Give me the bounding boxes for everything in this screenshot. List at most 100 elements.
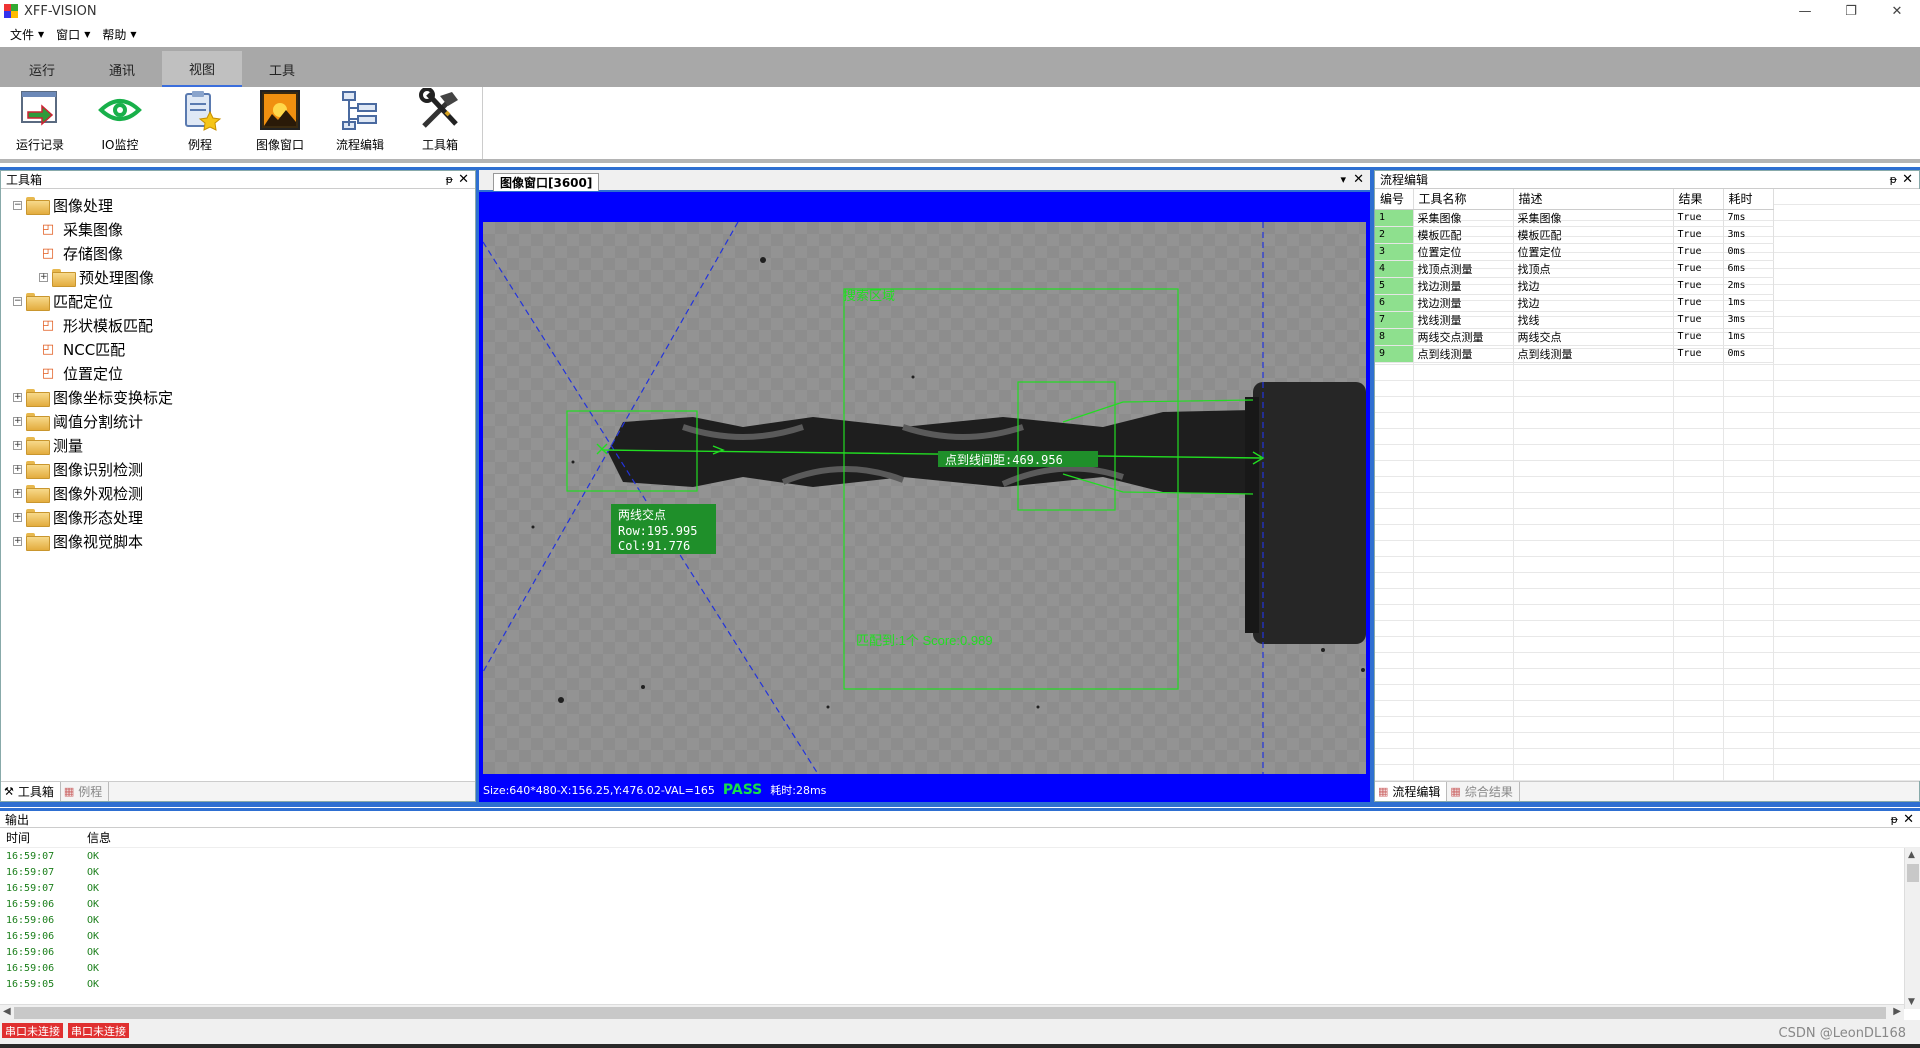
expand-icon[interactable]: + [13,392,22,402]
flow-row[interactable]: 7 找线测量 找线 True 3ms [1375,311,1774,329]
scroll-up-icon[interactable]: ▲ [1908,850,1915,860]
tab-routine[interactable]: ▦ 例程 [61,782,110,801]
tree-node[interactable]: + 测量 [1,433,475,457]
tree-node-label: NCC匹配 [63,340,126,359]
flow-cell-result: True [1673,328,1724,346]
output-vertical-scrollbar[interactable]: ▲ ▼ [1904,848,1920,1009]
run-log-button[interactable]: 运行记录 [0,87,80,159]
expand-icon[interactable]: + [13,488,22,498]
chevron-down-icon[interactable]: ▾ [1340,173,1346,186]
col-tool-name[interactable]: 工具名称 [1413,189,1514,210]
flow-row[interactable]: 5 找边测量 找边 True 2ms [1375,277,1774,295]
col-index[interactable]: 编号 [1375,189,1414,210]
tab-summary[interactable]: ▦ 综合结果 [1447,782,1520,801]
flow-row[interactable]: 2 模板匹配 模板匹配 True 3ms [1375,226,1774,244]
flow-cell-time: 3ms [1723,311,1774,329]
flow-row[interactable]: 6 找边测量 找边 True 1ms [1375,294,1774,312]
collapse-icon[interactable]: − [13,296,22,306]
tree-node[interactable]: ◰ 形状模板匹配 [1,313,475,337]
pin-icon[interactable]: ᵽ [1890,173,1897,186]
tab-run[interactable]: 运行 [2,51,82,87]
col-result[interactable]: 结果 [1673,189,1724,210]
horizontal-scroll-thumb[interactable] [14,1007,1886,1019]
search-region-label: 搜索区域 [843,288,895,303]
expand-icon[interactable]: + [13,536,22,546]
flow-row[interactable]: 3 位置定位 位置定位 True 0ms [1375,243,1774,261]
image-viewer[interactable]: 搜索区域 匹配到:1个 Score:0.989 点到线间距:469.956 两线… [479,192,1370,780]
tree-node-label: 采集图像 [63,220,124,239]
flow-cell-index: 2 [1375,226,1414,244]
flow-row[interactable]: 9 点到线测量 点到线测量 True 0ms [1375,345,1774,363]
tab-tools[interactable]: 工具 [242,51,322,87]
tree-node[interactable]: + 阈值分割统计 [1,409,475,433]
col-elapsed[interactable]: 耗时 [1723,189,1774,210]
col-description[interactable]: 描述 [1513,189,1674,210]
restore-button[interactable]: ❐ [1828,0,1874,22]
col-time[interactable]: 时间 [0,829,81,846]
tree-node[interactable]: + 图像识别检测 [1,457,475,481]
vertical-scroll-thumb[interactable] [1907,864,1919,882]
toolbox-button[interactable]: 工具箱 [400,87,480,159]
scroll-right-icon[interactable]: ▶ [1893,1006,1901,1017]
close-button[interactable]: ✕ [1874,0,1920,22]
tab-flow-edit[interactable]: ▦ 流程编辑 [1375,782,1448,801]
tree-node-label: 图像视觉脚本 [53,532,144,551]
scroll-left-icon[interactable]: ◀ [3,1006,11,1017]
tree-node[interactable]: + 预处理图像 [1,265,475,289]
tab-comm[interactable]: 通讯 [82,51,162,87]
tree-node[interactable]: + 图像视觉脚本 [1,529,475,553]
flow-cell-desc: 点到线测量 [1513,345,1674,363]
menu-help[interactable]: 帮助 ▼ [102,26,136,43]
output-title: 输出 [5,812,30,827]
io-monitor-label: IO监控 [101,138,139,152]
collapse-icon[interactable]: − [13,200,22,210]
expand-icon[interactable]: + [13,416,22,426]
log-row: 16:59:07 OK [0,880,1920,896]
tab-view[interactable]: 视图 [162,51,242,87]
flow-editor-panel: 流程编辑 ᵽ ✕ 编号 工具名称 描述 结果 耗时 1 采集图像 采集图像 True 7… [1374,170,1920,802]
log-message: OK [87,914,100,926]
flow-cell-time: 1ms [1723,328,1774,346]
log-message: OK [87,930,100,942]
flow-edit-button[interactable]: 流程编辑 [320,87,400,159]
io-monitor-button[interactable]: IO监控 [80,87,160,159]
flow-table: 编号 工具名称 描述 结果 耗时 1 采集图像 采集图像 True 7ms 2 模板匹配 模板… [1375,189,1774,363]
tree-node[interactable]: + 图像外观检测 [1,481,475,505]
tree-node[interactable]: ◰ NCC匹配 [1,337,475,361]
expand-icon[interactable]: + [13,512,22,522]
inspection-image[interactable]: 搜索区域 匹配到:1个 Score:0.989 点到线间距:469.956 两线… [483,222,1366,774]
menu-window[interactable]: 窗口 ▼ [56,26,90,43]
flow-row[interactable]: 1 采集图像 采集图像 True 7ms [1375,209,1774,227]
expand-icon[interactable]: + [13,464,22,474]
menu-file[interactable]: 文件 ▼ [10,26,44,43]
tab-summary-label: 综合结果 [1464,785,1513,799]
image-window-button[interactable]: 图像窗口 [240,87,320,159]
expand-icon[interactable]: + [39,272,48,282]
flow-cell-index: 7 [1375,311,1414,329]
pin-icon[interactable]: ᵽ [1891,813,1898,826]
output-horizontal-scrollbar[interactable]: ◀ ▶ [0,1004,1904,1020]
flow-editor-close-button[interactable]: ✕ [1902,172,1913,187]
image-window-tab[interactable]: 图像窗口[3600] [493,173,600,191]
tree-node[interactable]: ◰ 采集图像 [1,217,475,241]
flow-row[interactable]: 4 找顶点测量 找顶点 True 6ms [1375,260,1774,278]
tree-node[interactable]: ◰ 位置定位 [1,361,475,385]
folder-icon [26,389,50,407]
flow-row[interactable]: 8 两线交点测量 两线交点 True 1ms [1375,328,1774,346]
col-message[interactable]: 信息 [81,829,111,846]
routine-button[interactable]: 例程 [160,87,240,159]
minimize-button[interactable]: — [1782,0,1828,22]
tab-toolbox[interactable]: ⚒ 工具箱 [1,782,61,801]
tree-node[interactable]: + 图像形态处理 [1,505,475,529]
tree-node[interactable]: − 图像处理 [1,193,475,217]
expand-icon[interactable]: + [13,440,22,450]
tree-node[interactable]: ◰ 存储图像 [1,241,475,265]
tree-node[interactable]: − 匹配定位 [1,289,475,313]
chevron-down-icon: ▼ [130,29,137,39]
toolbox-close-button[interactable]: ✕ [458,172,469,187]
tree-node[interactable]: + 图像坐标变换标定 [1,385,475,409]
image-window-close-button[interactable]: ✕ [1353,172,1364,187]
output-close-button[interactable]: ✕ [1903,812,1914,827]
pin-icon[interactable]: ᵽ [446,173,453,186]
scroll-down-icon[interactable]: ▼ [1908,997,1915,1007]
